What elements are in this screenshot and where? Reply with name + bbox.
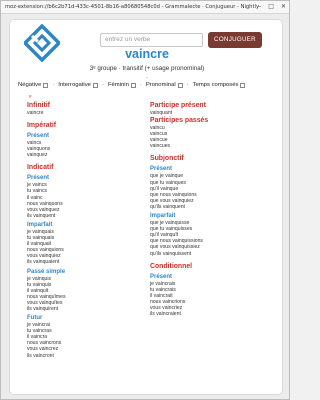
separator: · (186, 82, 189, 88)
feminin-checkbox[interactable] (130, 82, 136, 88)
option-label: Temps composés (192, 82, 239, 88)
tense-title: Présent (150, 273, 173, 280)
tense-title: Futur (27, 315, 43, 322)
option-interrogative[interactable]: Interrogative (58, 82, 98, 88)
options-bar: Négative · Interrogative · Féminin · Pro… (18, 82, 280, 88)
window-title: moz-extension://b6c2b71d-433c-4501-8b16-… (5, 4, 260, 10)
conjugate-button[interactable]: CONJUGUER (208, 32, 262, 48)
section-title: Participes passés (150, 117, 209, 125)
section-title: Infinitif (27, 102, 50, 109)
tense-title: Présent (150, 166, 173, 173)
right-column: Participe présent vainquant Participes p… (150, 101, 275, 317)
option-pronominal[interactable]: Pronominal (146, 82, 183, 88)
form-line: qu'ils vainquent (150, 203, 185, 210)
close-icon[interactable]: ✕ (281, 3, 286, 11)
section-title: Impératif (27, 122, 57, 130)
window-controls: – □ ✕ (258, 3, 286, 11)
title-bar: moz-extension://b6c2b71d-433c-4501-8b16-… (1, 1, 289, 14)
tense-title: Passé simple (27, 268, 66, 275)
section-title: Conditionnel (150, 262, 193, 270)
interrogative-checkbox[interactable] (92, 82, 98, 88)
left-column: Infinitif vaincre Impératif Présent vain… (27, 101, 147, 359)
verb-input[interactable]: entrez un verbe (100, 33, 203, 47)
conjugueur-panel: entrez un verbe CONJUGUER vaincre 3ᵉ gro… (9, 19, 283, 395)
tense-title: Présent (27, 133, 50, 140)
separator: · (139, 82, 142, 88)
verb-title: vaincre (125, 47, 169, 61)
separator: · (52, 82, 55, 88)
section-title: Indicatif (27, 164, 54, 172)
option-label: Interrogative (58, 82, 91, 88)
small-marker: # (29, 94, 32, 99)
option-label: Négative (18, 82, 42, 88)
form-line: ils vainquent (27, 212, 56, 219)
pronominal-checkbox[interactable] (177, 82, 183, 88)
section-title: Participe présent (150, 102, 206, 109)
option-negative[interactable]: Négative (18, 82, 49, 88)
tense-title: Imparfait (150, 213, 176, 220)
form-line: ils vaincront (27, 352, 54, 359)
form-line: ils vaincraient (150, 311, 181, 318)
option-temps-composes[interactable]: Temps composés (193, 82, 246, 88)
tense-title: Présent (27, 175, 50, 182)
verb-info: 3ᵉ groupe · transitif (+ usage pronomina… (10, 64, 282, 82)
option-feminin[interactable]: Féminin (108, 82, 136, 88)
minimize-icon[interactable]: – (258, 3, 261, 11)
section-title: Subjonctif (150, 155, 184, 163)
form-line: ils vainquaient (27, 259, 60, 266)
separator: · (101, 82, 104, 88)
browser-window: moz-extension://b6c2b71d-433c-4501-8b16-… (0, 0, 290, 400)
maximize-icon[interactable]: □ (268, 3, 274, 11)
option-label: Féminin (107, 82, 129, 88)
option-label: Pronominal (145, 82, 176, 88)
verb-group-info: 3ᵉ groupe · transitif (+ usage pronomina… (89, 65, 205, 72)
form-line: ils vainquirent (27, 305, 59, 312)
negative-checkbox[interactable] (43, 82, 49, 88)
temps-composes-checkbox[interactable] (240, 82, 246, 88)
verb-info-dot: · (145, 74, 149, 81)
tense-title: Imparfait (27, 221, 53, 228)
